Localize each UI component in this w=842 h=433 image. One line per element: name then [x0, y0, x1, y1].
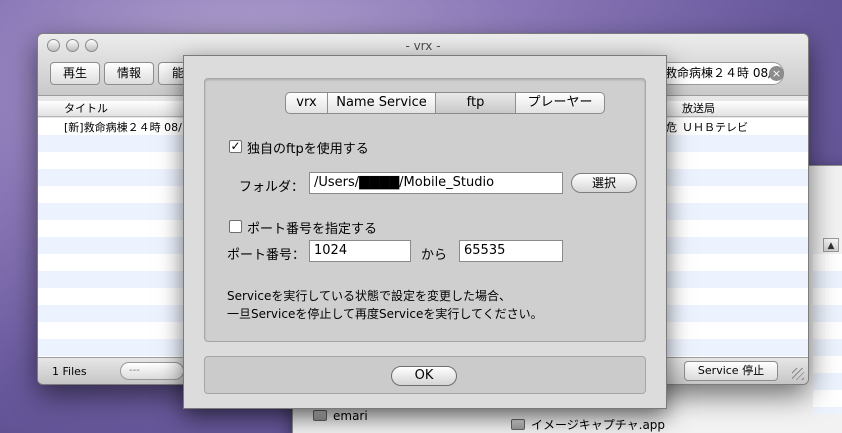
tab-vrx[interactable]: vrx	[286, 93, 328, 113]
folder-path-field[interactable]: /Users/▇▇▇▇/Mobile_Studio	[309, 172, 563, 194]
scroll-up-arrow-icon[interactable]: ▲	[823, 238, 839, 252]
use-own-ftp-checkbox[interactable]: ✓	[229, 140, 242, 153]
folder-label: フォルダ：	[239, 180, 305, 195]
button-area: OK	[204, 356, 646, 394]
port-number-label: ポート番号：	[227, 248, 306, 263]
use-own-ftp-label: 独自のftpを使用する	[247, 142, 369, 157]
specify-port-checkbox[interactable]	[229, 220, 242, 233]
window-title: - vrx -	[405, 39, 441, 53]
port-from-field[interactable]: 1024	[309, 240, 411, 262]
notice-line-2: 一旦Serviceを停止して再度Serviceを実行してください。	[227, 307, 543, 321]
column-header-station[interactable]: 放送局	[682, 102, 715, 116]
drive-icon	[313, 410, 327, 421]
specify-port-label: ポート番号を指定する	[247, 222, 378, 237]
service-stop-button[interactable]: Service 停止	[684, 361, 778, 381]
choose-folder-button[interactable]: 選択	[571, 173, 637, 193]
column-header-title[interactable]: タイトル	[64, 102, 108, 116]
preferences-sheet: vrx Name Service ftp プレーヤー ✓ 独自のftpを使用する…	[183, 55, 667, 409]
tab-bar: vrx Name Service ftp プレーヤー	[285, 92, 605, 114]
finder-item-emari[interactable]: emari	[313, 409, 368, 423]
resize-grip-icon[interactable]	[792, 368, 804, 380]
finder-item-image-capture[interactable]: イメージキャプチャ.app	[511, 416, 665, 433]
tab-ftp[interactable]: ftp	[436, 93, 516, 113]
row-fragment: 危	[666, 121, 677, 134]
notice-line-1: Serviceを実行している状態で設定を変更した場合、	[227, 289, 511, 303]
port-to-field[interactable]: 65535	[459, 240, 563, 262]
search-input[interactable]: 救命病棟２４時 08/	[658, 62, 784, 85]
row-station: ＵＨＢテレビ	[682, 121, 748, 134]
port-range-label: から	[421, 248, 448, 263]
row-title: [新]救命病棟２４時 08/	[64, 121, 182, 134]
tab-player[interactable]: プレーヤー	[516, 93, 604, 113]
file-count: 1 Files	[52, 365, 87, 378]
search-clear-icon[interactable]: ×	[769, 66, 784, 81]
info-button[interactable]: 情報	[104, 62, 154, 85]
play-button[interactable]: 再生	[50, 62, 100, 85]
tab-panel: vrx Name Service ftp プレーヤー ✓ 独自のftpを使用する…	[204, 78, 646, 342]
ok-button[interactable]: OK	[391, 366, 457, 386]
app-icon	[511, 419, 525, 430]
tab-name-service[interactable]: Name Service	[328, 93, 436, 113]
background-list-stripes	[813, 254, 842, 414]
restart-notice: Serviceを実行している状態で設定を変更した場合、 一旦Serviceを停止…	[227, 287, 543, 323]
status-popup[interactable]: ---	[120, 362, 184, 380]
